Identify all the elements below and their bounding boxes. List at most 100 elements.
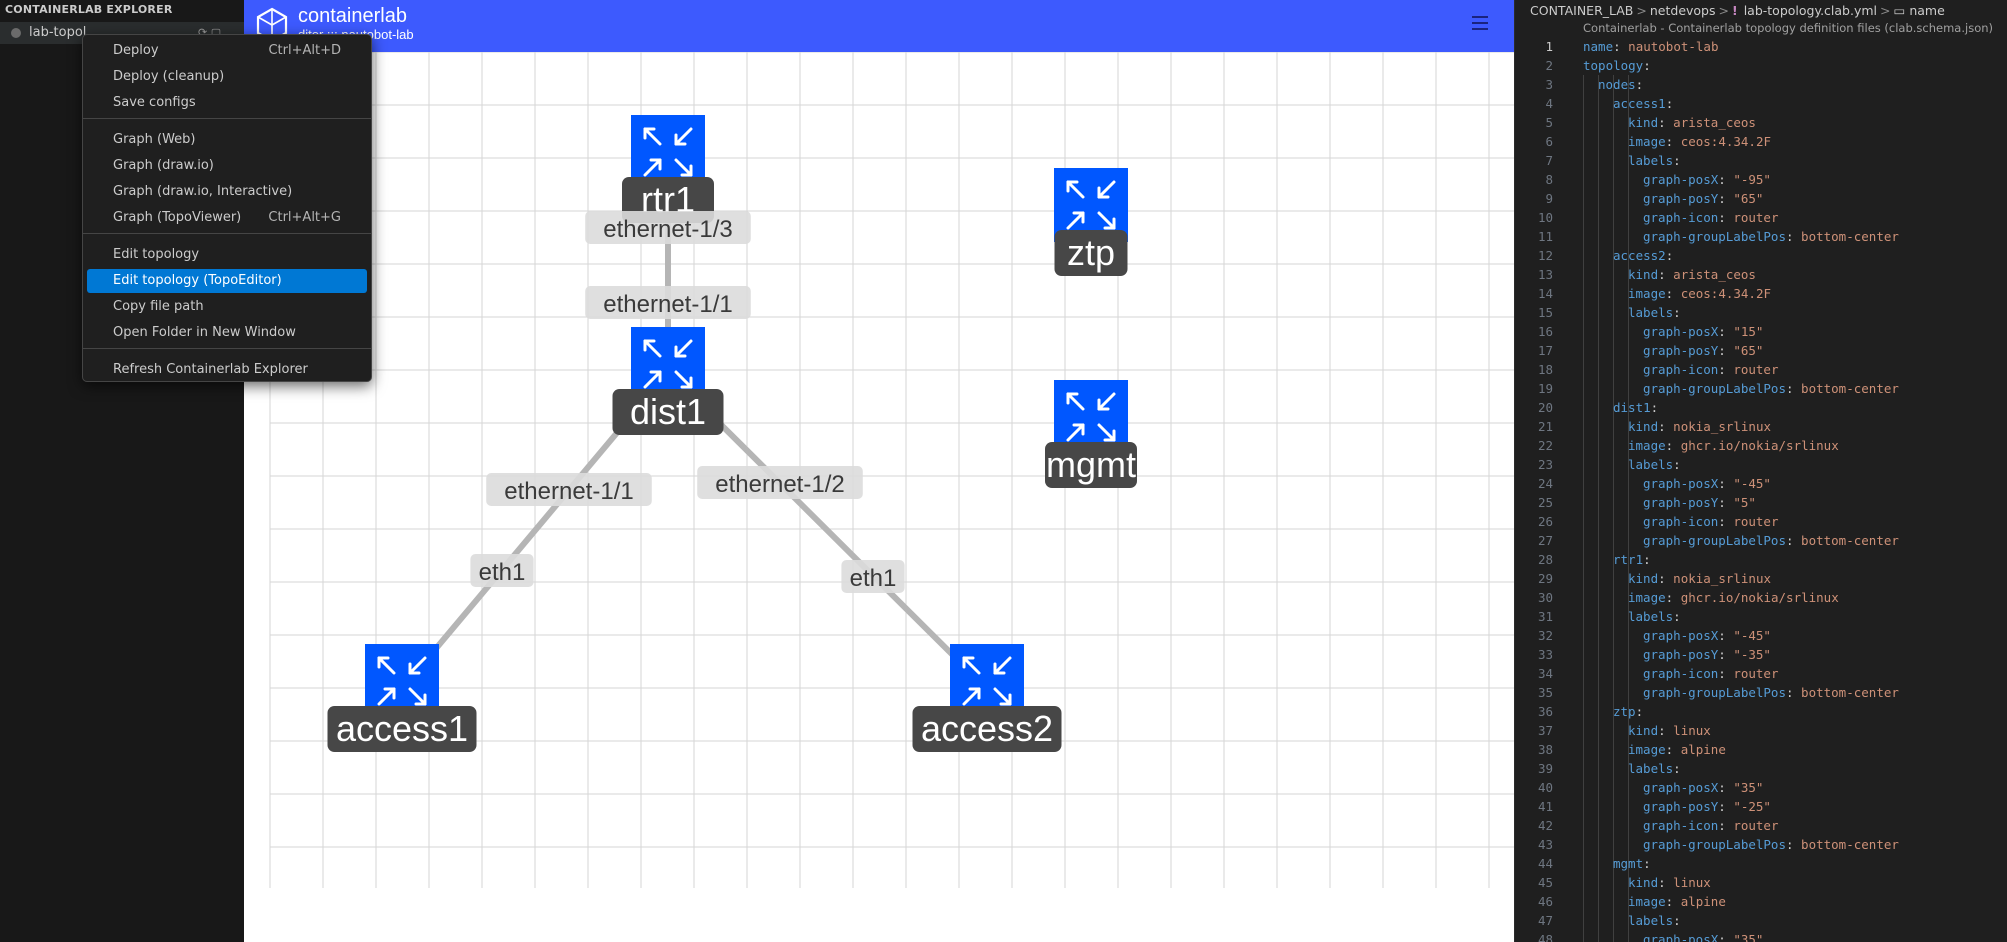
code-line[interactable]: 46 image: alpine	[1515, 892, 2007, 911]
code-line[interactable]: 47 labels:	[1515, 911, 2007, 930]
line-number: 3	[1545, 77, 1553, 92]
menu-item-deploy-cleanup[interactable]: Deploy (cleanup)	[87, 65, 367, 89]
line-number: 22	[1537, 438, 1553, 453]
yaml-value: router	[1725, 362, 1779, 377]
menu-item-graph-topoviewer[interactable]: Graph (TopoViewer) Ctrl+Alt+G	[87, 206, 367, 230]
node-rtr1[interactable]: rtr1	[622, 115, 714, 223]
menu-item-graph-draw-io-interactive[interactable]: Graph (draw.io, Interactive)	[87, 180, 367, 204]
yaml-value: router	[1725, 210, 1779, 225]
code-line[interactable]: 2 topology:	[1515, 56, 2007, 75]
yaml-colon: :	[1658, 267, 1666, 282]
code-text: image: alpine	[1628, 892, 1726, 911]
node-ztp[interactable]: ztp	[1054, 168, 1128, 276]
code-line[interactable]: 29 kind: nokia_srlinux	[1515, 569, 2007, 588]
menu-item-label: Graph (TopoViewer)	[113, 210, 242, 225]
code-line[interactable]: 3 nodes:	[1515, 75, 2007, 94]
code-line[interactable]: 9 graph-posY: "65"	[1515, 189, 2007, 208]
node-mgmt[interactable]: mgmt	[1045, 380, 1137, 488]
node-access1[interactable]: access1	[327, 644, 477, 752]
breadcrumb-item-file[interactable]: lab-topology.clab.yml	[1744, 3, 1877, 18]
code-lines[interactable]: 1 name: nautobot-lab 2 topology: 3 nodes: 4 acc…	[1515, 37, 2007, 942]
code-line[interactable]: 21 kind: nokia_srlinux	[1515, 417, 2007, 436]
menu-item-graph-draw-io[interactable]: Graph (draw.io)	[87, 154, 367, 178]
code-line[interactable]: 43 graph-groupLabelPos: bottom-center	[1515, 835, 2007, 854]
code-line[interactable]: 6 image: ceos:4.34.2F	[1515, 132, 2007, 151]
yaml-key: graph-icon	[1643, 210, 1719, 225]
code-line[interactable]: 31 labels:	[1515, 607, 2007, 626]
code-line[interactable]: 42 graph-icon: router	[1515, 816, 2007, 835]
code-line[interactable]: 11 graph-groupLabelPos: bottom-center	[1515, 227, 2007, 246]
code-line[interactable]: 48 graph-posX: "35"	[1515, 930, 2007, 942]
code-line[interactable]: 23 labels:	[1515, 455, 2007, 474]
line-number: 27	[1537, 533, 1553, 548]
code-line[interactable]: 30 image: ghcr.io/nokia/srlinux	[1515, 588, 2007, 607]
yaml-key: access2	[1613, 248, 1666, 263]
node-access2[interactable]: access2	[912, 644, 1062, 752]
menu-item-edit-topology[interactable]: Edit topology	[87, 243, 367, 267]
yaml-colon: :	[1718, 210, 1726, 225]
code-line[interactable]: 35 graph-groupLabelPos: bottom-center	[1515, 683, 2007, 702]
code-text: kind: nokia_srlinux	[1628, 569, 1771, 588]
code-line[interactable]: 20 dist1:	[1515, 398, 2007, 417]
menu-item-open-folder-in-new-window[interactable]: Open Folder in New Window	[87, 321, 367, 345]
topology-canvas[interactable]: rtr1 ztp dist1 mgmt access1 access2 ethernet-1…	[244, 52, 1514, 942]
code-line[interactable]: 38 image: alpine	[1515, 740, 2007, 759]
code-line[interactable]: 40 graph-posX: "35"	[1515, 778, 2007, 797]
breadcrumb-item-root[interactable]: CONTAINER_LAB	[1530, 3, 1633, 18]
line-number: 2	[1545, 58, 1553, 73]
code-line[interactable]: 27 graph-groupLabelPos: bottom-center	[1515, 531, 2007, 550]
code-line[interactable]: 25 graph-posY: "5"	[1515, 493, 2007, 512]
menu-icon[interactable]	[1472, 16, 1488, 30]
code-line[interactable]: 5 kind: arista_ceos	[1515, 113, 2007, 132]
code-line[interactable]: 36 ztp:	[1515, 702, 2007, 721]
yaml-colon: :	[1658, 419, 1666, 434]
code-text: graph-posY: "65"	[1643, 189, 1763, 208]
code-line[interactable]: 33 graph-posY: "-35"	[1515, 645, 2007, 664]
code-line[interactable]: 7 labels:	[1515, 151, 2007, 170]
line-number: 36	[1537, 704, 1553, 719]
code-line[interactable]: 32 graph-posX: "-45"	[1515, 626, 2007, 645]
topology-graph[interactable]: rtr1 ztp dist1 mgmt access1 access2 ethernet-1…	[244, 52, 1514, 942]
code-line[interactable]: 37 kind: linux	[1515, 721, 2007, 740]
code-line[interactable]: 22 image: ghcr.io/nokia/srlinux	[1515, 436, 2007, 455]
code-line[interactable]: 15 labels:	[1515, 303, 2007, 322]
code-line[interactable]: 44 mgmt:	[1515, 854, 2007, 873]
code-line[interactable]: 10 graph-icon: router	[1515, 208, 2007, 227]
menu-item-refresh-containerlab-explorer[interactable]: Refresh Containerlab Explorer	[87, 358, 367, 382]
menu-item-copy-file-path[interactable]: Copy file path	[87, 295, 367, 319]
code-line[interactable]: 45 kind: linux	[1515, 873, 2007, 892]
code-line[interactable]: 19 graph-groupLabelPos: bottom-center	[1515, 379, 2007, 398]
menu-item-edit-topology-topoeditor[interactable]: Edit topology (TopoEditor)	[87, 269, 367, 293]
schema-hint[interactable]: Containerlab - Containerlab topology def…	[1583, 21, 1993, 35]
code-text: rtr1:	[1613, 550, 1651, 569]
yaml-key: kind	[1628, 115, 1659, 130]
code-line[interactable]: 26 graph-icon: router	[1515, 512, 2007, 531]
code-line[interactable]: 16 graph-posX: "15"	[1515, 322, 2007, 341]
code-text: graph-posX: "15"	[1643, 322, 1763, 341]
yaml-key: image	[1628, 286, 1666, 301]
code-line[interactable]: 13 kind: arista_ceos	[1515, 265, 2007, 284]
code-line[interactable]: 28 rtr1:	[1515, 550, 2007, 569]
menu-item-graph-web[interactable]: Graph (Web)	[87, 128, 367, 152]
code-line[interactable]: 24 graph-posX: "-45"	[1515, 474, 2007, 493]
menu-item-save-configs[interactable]: Save configs	[87, 91, 367, 115]
breadcrumb-item-folder[interactable]: netdevops	[1650, 3, 1716, 18]
yaml-value: router	[1725, 666, 1779, 681]
code-line[interactable]: 39 labels:	[1515, 759, 2007, 778]
menu-item-deploy[interactable]: Deploy Ctrl+Alt+D	[87, 39, 367, 63]
breadcrumb-item-symbol[interactable]: name	[1909, 3, 1944, 18]
yaml-value: "35"	[1725, 780, 1764, 795]
code-line[interactable]: 4 access1:	[1515, 94, 2007, 113]
code-line[interactable]: 17 graph-posY: "65"	[1515, 341, 2007, 360]
code-text: kind: linux	[1628, 721, 1711, 740]
code-line[interactable]: 18 graph-icon: router	[1515, 360, 2007, 379]
menu-item-shortcut: Ctrl+Alt+G	[268, 210, 341, 225]
code-line[interactable]: 8 graph-posX: "-95"	[1515, 170, 2007, 189]
code-text: kind: arista_ceos	[1628, 113, 1756, 132]
code-line[interactable]: 12 access2:	[1515, 246, 2007, 265]
code-line[interactable]: 14 image: ceos:4.34.2F	[1515, 284, 2007, 303]
code-line[interactable]: 1 name: nautobot-lab	[1515, 37, 2007, 56]
code-line[interactable]: 34 graph-icon: router	[1515, 664, 2007, 683]
code-line[interactable]: 41 graph-posY: "-25"	[1515, 797, 2007, 816]
node-dist1[interactable]: dist1	[612, 327, 724, 435]
